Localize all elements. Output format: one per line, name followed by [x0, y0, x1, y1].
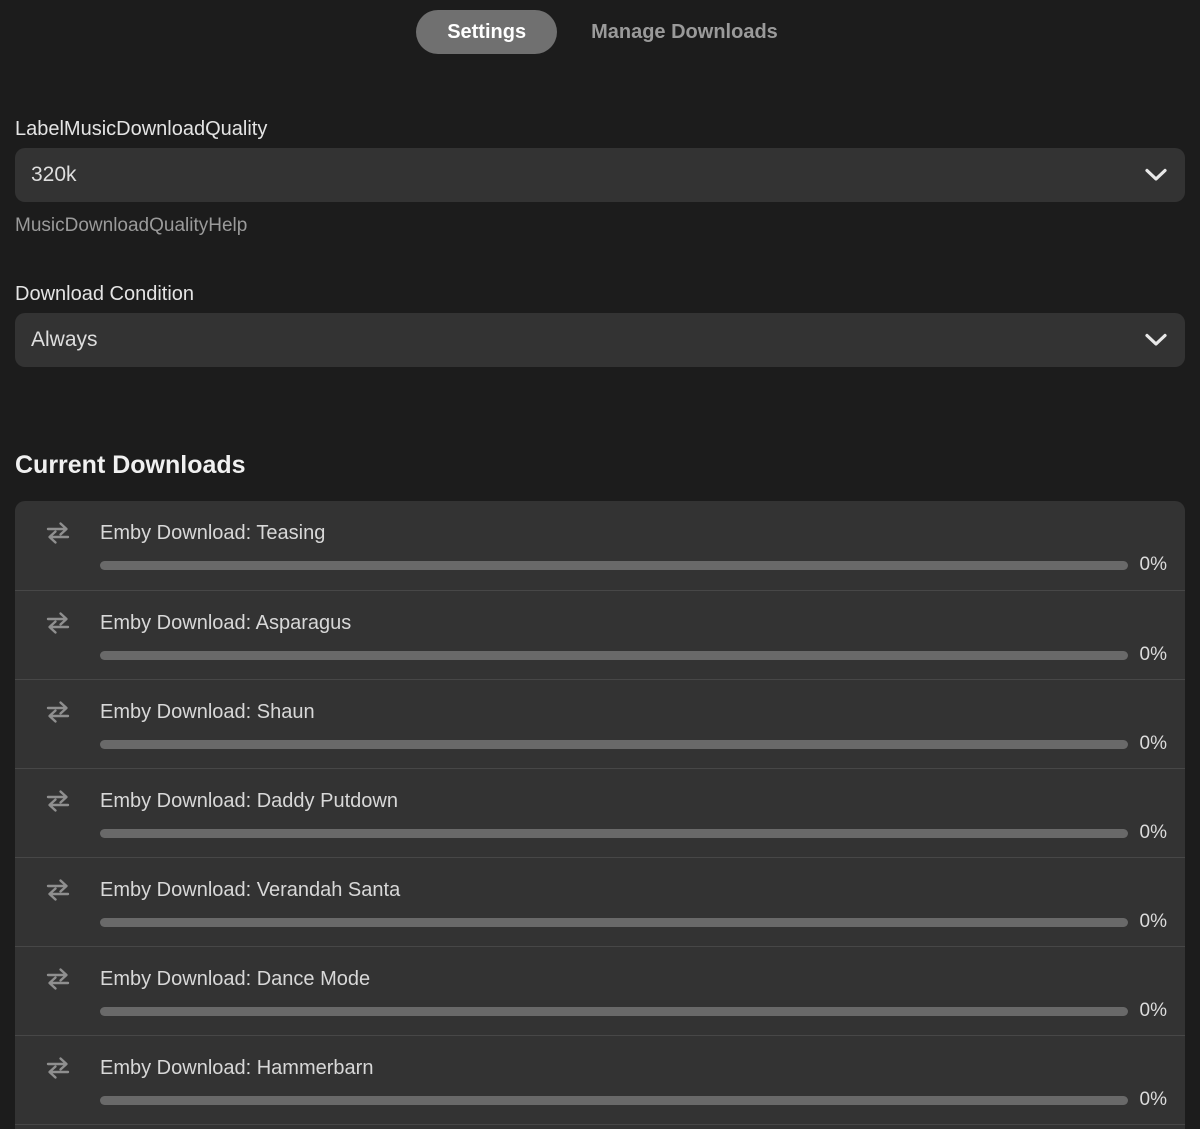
- transfer-icon: [45, 611, 71, 635]
- progress-bar: [100, 829, 1128, 838]
- download-item[interactable]: Emby Download: Hammerbarn 0%: [15, 1035, 1185, 1124]
- progress-bar: [100, 740, 1128, 749]
- progress-percent-label: 0%: [1137, 733, 1167, 755]
- music-download-quality-select[interactable]: 320k: [15, 148, 1185, 202]
- progress-row: 0%: [100, 645, 1167, 665]
- progress-row: 0%: [100, 1001, 1167, 1021]
- progress-percent-label: 0%: [1137, 1089, 1167, 1111]
- download-title: Emby Download: Hammerbarn: [100, 1057, 373, 1080]
- download-title: Emby Download: Shaun: [100, 701, 315, 724]
- transfer-icon: [45, 700, 71, 724]
- download-title: Emby Download: Daddy Putdown: [100, 790, 398, 813]
- progress-row: 0%: [100, 734, 1167, 754]
- transfer-icon: [45, 878, 71, 902]
- settings-form: LabelMusicDownloadQuality 320k MusicDown…: [15, 118, 1185, 367]
- transfer-icon: [45, 521, 71, 545]
- progress-percent-label: 0%: [1137, 822, 1167, 844]
- current-downloads-heading: Current Downloads: [15, 452, 1185, 478]
- progress-bar: [100, 651, 1128, 660]
- transfer-icon: [45, 1056, 71, 1080]
- download-title: Emby Download: Verandah Santa: [100, 879, 400, 902]
- chevron-down-icon: [1145, 334, 1167, 347]
- transfer-icon: [45, 967, 71, 991]
- download-item[interactable]: Emby Download: Shaun 0%: [15, 679, 1185, 768]
- progress-bar: [100, 1096, 1128, 1105]
- download-item[interactable]: Emby Download: Daddy Putdown 0%: [15, 768, 1185, 857]
- progress-row: 0%: [100, 823, 1167, 843]
- downloads-list: Emby Download: Teasing 0% Emby Download:…: [15, 501, 1185, 1129]
- progress-row: 0%: [100, 1090, 1167, 1110]
- music-download-quality-label: LabelMusicDownloadQuality: [15, 118, 1185, 140]
- progress-percent-label: 0%: [1137, 911, 1167, 933]
- transfer-icon: [45, 789, 71, 813]
- download-title: Emby Download: Asparagus: [100, 612, 351, 635]
- tab-settings[interactable]: Settings: [416, 10, 557, 54]
- music-download-quality-value: 320k: [15, 163, 77, 187]
- download-title: Emby Download: Dance Mode: [100, 968, 370, 991]
- download-item[interactable]: Emby Download: Verandah Santa 0%: [15, 857, 1185, 946]
- progress-bar: [100, 561, 1128, 570]
- tab-manage-downloads[interactable]: Manage Downloads: [585, 10, 784, 54]
- progress-percent-label: 0%: [1137, 1000, 1167, 1022]
- download-item[interactable]: Emby Download: Teasing 0%: [15, 501, 1185, 590]
- download-condition-select[interactable]: Always: [15, 313, 1185, 367]
- music-download-quality-help: MusicDownloadQualityHelp: [15, 215, 1185, 237]
- progress-bar: [100, 1007, 1128, 1016]
- tab-bar: Settings Manage Downloads: [0, 0, 1200, 54]
- chevron-down-icon: [1145, 169, 1167, 182]
- download-item[interactable]: Emby Download: Asparagus 0%: [15, 590, 1185, 679]
- download-title: Emby Download: Teasing: [100, 522, 325, 545]
- download-condition-label: Download Condition: [15, 283, 1185, 305]
- download-condition-value: Always: [15, 328, 98, 352]
- download-settings-page: Settings Manage Downloads LabelMusicDown…: [0, 0, 1200, 1129]
- progress-percent-label: 0%: [1137, 644, 1167, 666]
- progress-row: 0%: [100, 555, 1167, 575]
- progress-bar: [100, 918, 1128, 927]
- progress-percent-label: 0%: [1137, 554, 1167, 576]
- download-item-partial: [15, 1124, 1185, 1129]
- progress-row: 0%: [100, 912, 1167, 932]
- download-item[interactable]: Emby Download: Dance Mode 0%: [15, 946, 1185, 1035]
